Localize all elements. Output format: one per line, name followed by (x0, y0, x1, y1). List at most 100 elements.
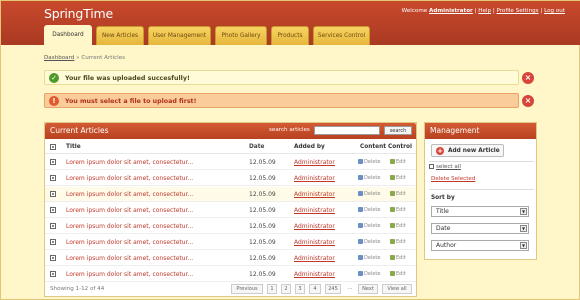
edit-button[interactable]: Edit (390, 267, 406, 282)
row-checkbox[interactable] (50, 271, 56, 277)
app-logo[interactable]: SpringTime (44, 6, 113, 21)
column-content-control: Content Control (360, 144, 412, 150)
search-button[interactable]: search (384, 126, 412, 135)
table-row[interactable]: Lorem ipsum dolor sit amet, consectetur.… (45, 251, 416, 266)
article-title[interactable]: Lorem ipsum dolor sit amet, consectetur.… (66, 267, 193, 282)
row-checkbox[interactable] (50, 239, 56, 245)
tab-services-control[interactable]: Services Control (313, 26, 370, 45)
delete-icon (358, 255, 363, 260)
row-checkbox[interactable] (50, 159, 56, 165)
sort-option-label: Author (436, 242, 457, 249)
article-author[interactable]: Administrator (294, 235, 335, 250)
edit-button[interactable]: Edit (390, 219, 406, 234)
edit-icon (390, 207, 395, 212)
delete-button[interactable]: Delete (358, 203, 380, 218)
article-author[interactable]: Administrator (294, 203, 335, 218)
row-checkbox[interactable] (50, 191, 56, 197)
tab-dashboard[interactable]: Dashboard (44, 25, 92, 45)
add-article-button[interactable]: + Add new Article (431, 144, 504, 157)
pagination-page[interactable]: 4 (309, 284, 321, 294)
column-title[interactable]: Title (66, 140, 81, 154)
table-row[interactable]: Lorem ipsum dolor sit amet, consectetur.… (45, 187, 416, 202)
delete-button[interactable]: Delete (358, 251, 380, 266)
panel-header: Current Articles search articles search (45, 123, 416, 139)
pagination-page[interactable]: 2 (281, 284, 291, 294)
table-row[interactable]: Lorem ipsum dolor sit amet, consectetur.… (45, 171, 416, 186)
article-author[interactable]: Administrator (294, 267, 335, 282)
pagination-next[interactable]: Next (358, 284, 378, 294)
article-author[interactable]: Administrator (294, 171, 335, 186)
pagination-page[interactable]: 1 (267, 284, 277, 294)
close-icon[interactable]: × (522, 72, 534, 84)
edit-button[interactable]: Edit (390, 203, 406, 218)
pagination-page[interactable]: 245 (325, 284, 341, 294)
delete-button[interactable]: Delete (358, 187, 380, 202)
sort-select-date[interactable]: Date ▼ (431, 223, 529, 234)
column-added-by[interactable]: Added by (294, 140, 325, 154)
tab-new-articles[interactable]: New Articles (96, 26, 144, 45)
select-all[interactable]: select all (429, 164, 461, 170)
column-date[interactable]: Date (249, 140, 264, 154)
user-link[interactable]: Administrator (429, 8, 473, 14)
delete-label: Delete (364, 239, 381, 245)
edit-button[interactable]: Edit (390, 187, 406, 202)
table-row[interactable]: Lorem ipsum dolor sit amet, consectetur.… (45, 267, 416, 282)
table-row[interactable]: Lorem ipsum dolor sit amet, consectetur.… (45, 203, 416, 218)
edit-label: Edit (396, 271, 406, 277)
select-all-checkbox[interactable] (429, 164, 434, 169)
logout-link[interactable]: Log out (544, 8, 565, 14)
edit-button[interactable]: Edit (390, 155, 406, 170)
tab-products[interactable]: Products (271, 26, 309, 45)
edit-icon (390, 271, 395, 276)
delete-icon (358, 207, 363, 212)
select-all-label[interactable]: select all (436, 164, 461, 170)
delete-button[interactable]: Delete (358, 235, 380, 250)
pagination-previous[interactable]: Previous (231, 284, 263, 294)
tab-photo-gallery[interactable]: Photo Gallery (215, 26, 267, 45)
close-icon[interactable]: × (522, 95, 534, 107)
delete-button[interactable]: Delete (358, 267, 380, 282)
profile-settings-link[interactable]: Profile Settings (496, 8, 538, 14)
article-title[interactable]: Lorem ipsum dolor sit amet, consectetur.… (66, 187, 193, 202)
article-author[interactable]: Administrator (294, 219, 335, 234)
article-title[interactable]: Lorem ipsum dolor sit amet, consectetur.… (66, 219, 193, 234)
delete-selected-link[interactable]: Delete Selected (431, 176, 475, 182)
edit-button[interactable]: Edit (390, 171, 406, 186)
delete-button[interactable]: Delete (358, 155, 380, 170)
article-title[interactable]: Lorem ipsum dolor sit amet, consectetur.… (66, 251, 193, 266)
search-input[interactable] (314, 126, 380, 135)
row-checkbox[interactable] (50, 223, 56, 229)
chevron-down-icon: ▼ (520, 225, 527, 232)
row-checkbox[interactable] (50, 255, 56, 261)
chevron-down-icon: ▼ (520, 208, 527, 215)
row-checkbox[interactable] (50, 207, 56, 213)
select-all-checkbox[interactable] (50, 144, 56, 150)
success-message: ✓ Your file was uploaded succesfully! (44, 70, 519, 85)
breadcrumb-separator: » (76, 55, 80, 61)
tab-user-management[interactable]: User Management (148, 26, 211, 45)
article-title[interactable]: Lorem ipsum dolor sit amet, consectetur.… (66, 203, 193, 218)
delete-button[interactable]: Delete (358, 219, 380, 234)
help-link[interactable]: Help (478, 8, 491, 14)
table-row[interactable]: Lorem ipsum dolor sit amet, consectetur.… (45, 235, 416, 250)
article-title[interactable]: Lorem ipsum dolor sit amet, consectetur.… (66, 155, 193, 170)
table-row[interactable]: Lorem ipsum dolor sit amet, consectetur.… (45, 155, 416, 170)
row-checkbox[interactable] (50, 175, 56, 181)
sort-select-title[interactable]: Title ▼ (431, 206, 529, 217)
management-header: Management (425, 123, 536, 139)
edit-button[interactable]: Edit (390, 251, 406, 266)
article-title[interactable]: Lorem ipsum dolor sit amet, consectetur.… (66, 235, 193, 250)
pagination-page[interactable]: 3 (295, 284, 305, 294)
article-title[interactable]: Lorem ipsum dolor sit amet, consectetur.… (66, 171, 193, 186)
delete-button[interactable]: Delete (358, 171, 380, 186)
table-row[interactable]: Lorem ipsum dolor sit amet, consectetur.… (45, 219, 416, 234)
breadcrumb-dashboard[interactable]: Dashboard (44, 55, 74, 61)
article-author[interactable]: Administrator (294, 187, 335, 202)
article-author[interactable]: Administrator (294, 155, 335, 170)
edit-button[interactable]: Edit (390, 235, 406, 250)
add-article-label: Add new Article (448, 148, 500, 154)
edit-icon (390, 223, 395, 228)
sort-select-author[interactable]: Author ▼ (431, 240, 529, 251)
article-author[interactable]: Administrator (294, 251, 335, 266)
pagination-view-all[interactable]: View all (382, 284, 412, 294)
